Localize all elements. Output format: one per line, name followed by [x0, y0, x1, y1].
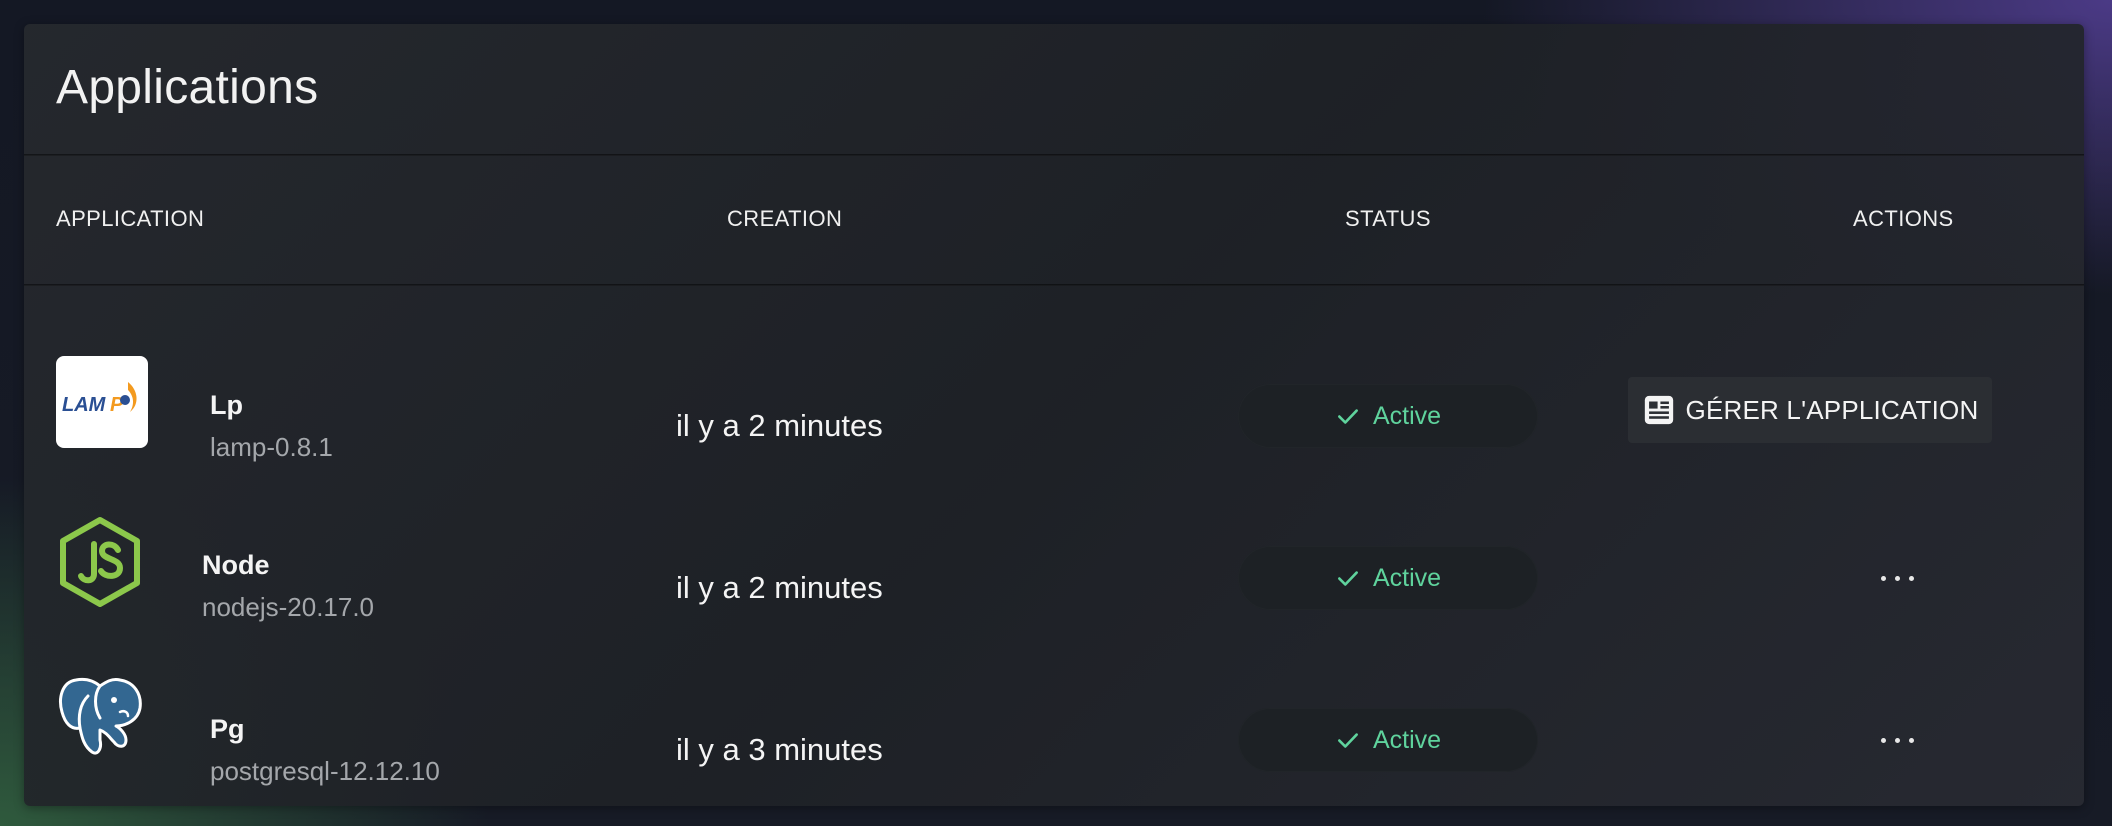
- applications-card: Applications APPLICATION CREATION STATUS…: [24, 24, 2084, 806]
- check-icon: [1337, 409, 1358, 424]
- title-divider: [24, 154, 2084, 156]
- table-row: Pg postgresql-12.12.10 il y a 3 minutes …: [24, 648, 2084, 810]
- app-version: postgresql-12.12.10: [210, 756, 440, 786]
- app-name: Node: [202, 550, 270, 580]
- column-header-actions: ACTIONS: [1853, 206, 1954, 231]
- more-actions-button[interactable]: [1862, 558, 1932, 598]
- column-header-status: STATUS: [1345, 206, 1431, 231]
- creation-time: il y a 3 minutes: [676, 732, 883, 767]
- article-icon: [1644, 395, 1673, 425]
- table-row: LAM P Lp lamp-0.8.1 il y a 2 minutes Act…: [24, 324, 2084, 486]
- app-version: nodejs-20.17.0: [202, 592, 375, 622]
- more-actions-button[interactable]: [1862, 720, 1932, 760]
- app-name: Lp: [210, 390, 243, 420]
- status-label: Active: [1372, 401, 1442, 430]
- postgresql-logo: [54, 668, 146, 760]
- status-badge: Active: [1238, 546, 1538, 610]
- status-label: Active: [1372, 563, 1442, 592]
- svg-text:LAM: LAM: [62, 394, 107, 416]
- status-label: Active: [1372, 725, 1442, 754]
- more-horizontal-icon: [1880, 737, 1914, 743]
- check-icon: [1337, 571, 1358, 586]
- creation-time: il y a 2 minutes: [676, 570, 883, 605]
- column-header-application: APPLICATION: [56, 206, 205, 231]
- status-badge: Active: [1238, 384, 1538, 448]
- nodejs-logo: [54, 516, 146, 608]
- check-icon: [1337, 733, 1358, 748]
- app-name: Pg: [210, 714, 245, 744]
- page-title: Applications: [56, 61, 319, 114]
- app-version: lamp-0.8.1: [210, 432, 333, 462]
- creation-time: il y a 2 minutes: [676, 408, 883, 443]
- lamp-logo: LAM P: [56, 356, 148, 448]
- column-header-creation: CREATION: [727, 206, 843, 231]
- status-badge: Active: [1238, 708, 1538, 772]
- manage-application-button[interactable]: GÉRER L'APPLICATION: [1628, 377, 1992, 443]
- table-row: Node nodejs-20.17.0 il y a 2 minutes Act…: [24, 486, 2084, 648]
- manage-application-label: GÉRER L'APPLICATION: [1685, 394, 1979, 425]
- more-horizontal-icon: [1880, 575, 1914, 581]
- header-divider: [24, 284, 2084, 286]
